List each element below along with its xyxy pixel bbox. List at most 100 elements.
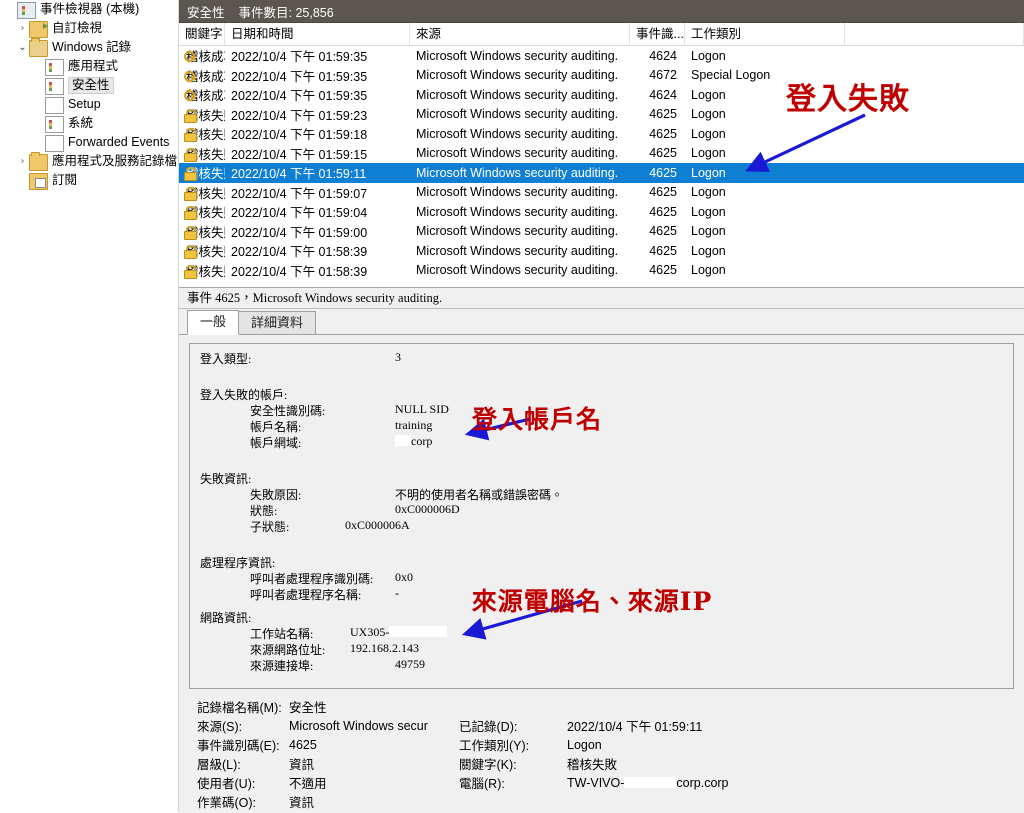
caller-process-id-value: 0x0 xyxy=(395,570,413,584)
event-row[interactable]: 稽核成功 2022/10/4 下午 01:59:35 Microsoft Windo… xyxy=(179,46,1024,66)
event-keyword-cell: 稽核成功 xyxy=(179,85,225,104)
logon-type-label: 登入類型: xyxy=(200,352,252,366)
event-row[interactable]: 稽核失敗 2022/10/4 下午 01:59:04 Microsoft Windo… xyxy=(179,202,1024,222)
source-port-label: 來源連接埠: xyxy=(250,659,314,673)
log-title-bar: 安全性 事件數目: 25,856 xyxy=(179,0,1024,23)
event-source-cell: Microsoft Windows security auditing. xyxy=(416,165,619,180)
tree-item-label: Forwarded Events xyxy=(68,135,170,149)
event-datetime-cell: 2022/10/4 下午 01:59:35 xyxy=(231,50,368,65)
console-tree-pane[interactable]: 事件檢視器 (本機) › 自訂檢視 ⌄ Windows 記錄應用程式 安全性 Setup 系統… xyxy=(0,0,179,812)
metadata-row: 來源(S): Microsoft Windows secur 已記錄(D): 2022… xyxy=(189,716,1024,735)
event-id-cell: 4625 xyxy=(649,146,677,161)
metadata-value: 4625 xyxy=(289,737,317,752)
chevron-down-icon[interactable]: ⌄ xyxy=(16,42,29,53)
tree-item-5[interactable]: Setup xyxy=(0,95,178,114)
tree-item-6[interactable]: 系統 xyxy=(0,114,178,133)
failed-account-section-header: 登入失敗的帳戶: xyxy=(200,388,288,402)
event-id-cell: 4625 xyxy=(649,107,677,122)
event-task-category-cell: Logon xyxy=(691,204,726,219)
process-section-header: 處理程序資訊: xyxy=(200,556,276,570)
event-datetime-cell: 2022/10/4 下午 01:58:39 xyxy=(231,264,368,279)
event-row[interactable]: 稽核失敗 2022/10/4 下午 01:58:39 Microsoft Windo… xyxy=(179,261,1024,281)
column-header-2[interactable]: 來源 xyxy=(410,23,630,45)
column-header-5[interactable] xyxy=(845,23,1024,45)
event-datetime-cell: 2022/10/4 下午 01:59:04 xyxy=(231,206,368,221)
event-datetime-cell: 2022/10/4 下午 01:59:07 xyxy=(231,186,368,201)
event-row[interactable]: 稽核失敗 2022/10/4 下午 01:59:00 Microsoft Windo… xyxy=(179,222,1024,242)
security-id-label: 安全性識別碼: xyxy=(250,404,326,418)
event-id-cell: 4625 xyxy=(649,185,677,200)
event-task-category-cell: Logon xyxy=(691,126,726,141)
event-id-cell: 4625 xyxy=(649,126,677,141)
account-name-label: 帳戶名稱: xyxy=(250,420,302,434)
metadata-row: 使用者(U): 不適用 電腦(R): TW-VIVO-corp.corp xyxy=(189,773,1024,792)
detail-tab-1[interactable]: 詳細資料 xyxy=(238,311,317,334)
caller-process-name-label: 呼叫者處理程序名稱: xyxy=(250,588,362,602)
column-header-1[interactable]: 日期和時間 xyxy=(225,23,410,45)
tree-item-9[interactable]: 訂閱 xyxy=(0,171,178,190)
event-datetime-cell: 2022/10/4 下午 01:59:15 xyxy=(231,147,368,162)
metadata-row: 作業碼(O): 資訊 xyxy=(189,792,1024,811)
event-row[interactable]: 稽核失敗 2022/10/4 下午 01:59:18 Microsoft Windo… xyxy=(179,124,1024,144)
event-datetime-cell: 2022/10/4 下午 01:59:11 xyxy=(231,167,367,182)
system-log-icon xyxy=(45,115,64,133)
chevron-right-icon[interactable]: › xyxy=(16,156,29,167)
column-header-3[interactable]: 事件識... xyxy=(630,23,685,45)
tree-item-4[interactable]: 安全性 xyxy=(0,76,178,95)
event-keyword-cell: 稽核成功 xyxy=(179,66,225,85)
event-source-cell: Microsoft Windows security auditing. xyxy=(416,146,619,161)
metadata-key-secondary: 電腦(R): xyxy=(459,777,505,791)
substatus-label: 子狀態: xyxy=(250,520,290,534)
metadata-row: 記錄檔名稱(M): 安全性 xyxy=(189,697,1024,716)
tree-item-label: 系統 xyxy=(68,116,94,130)
metadata-key: 使用者(U): xyxy=(197,777,256,791)
tree-item-0[interactable]: 事件檢視器 (本機) xyxy=(0,0,178,19)
event-row[interactable]: 稽核失敗 2022/10/4 下午 01:59:11 Microsoft Windo… xyxy=(179,163,1024,183)
account-domain-value: corp xyxy=(395,434,432,449)
logon-account-name-annotation: 登入帳戶名 xyxy=(471,405,603,434)
event-keyword-cell: 稽核失敗 xyxy=(179,261,225,280)
tree-item-8[interactable]: › 應用程式及服務記錄檔 xyxy=(0,152,178,171)
tree-item-1[interactable]: › 自訂檢視 xyxy=(0,19,178,38)
metadata-key: 記錄檔名稱(M): xyxy=(197,701,282,715)
logon-type-value: 3 xyxy=(395,350,401,364)
event-list-header[interactable]: 關鍵字 日期和時間 來源 事件識... 工作類別 xyxy=(179,23,1024,46)
metadata-key: 事件識別碼(E): xyxy=(197,739,280,753)
event-datetime-cell: 2022/10/4 下午 01:59:00 xyxy=(231,225,368,240)
tree-item-label: Windows 記錄 xyxy=(52,40,132,54)
tree-item-7[interactable]: Forwarded Events xyxy=(0,133,178,152)
source-address-value: 192.168.2.143 xyxy=(350,641,419,655)
metadata-value: 資訊 xyxy=(289,758,315,772)
event-id-cell: 4625 xyxy=(649,165,677,180)
event-source-cell: Microsoft Windows security auditing. xyxy=(416,224,619,239)
event-source-cell: Microsoft Windows security auditing. xyxy=(416,107,619,122)
detail-tab-0[interactable]: 一般 xyxy=(187,310,240,335)
event-task-category-cell: Logon xyxy=(691,243,726,258)
metadata-key: 作業碼(O): xyxy=(197,796,257,810)
caller-process-name-value: - xyxy=(395,586,399,600)
event-datetime-cell: 2022/10/4 下午 01:59:35 xyxy=(231,69,368,84)
tree-item-2[interactable]: ⌄ Windows 記錄 xyxy=(0,38,178,57)
source-computer-ip-annotation: 來源電腦名、來源IP xyxy=(471,587,713,616)
forwarded-events-log-icon xyxy=(45,134,64,152)
event-row[interactable]: 稽核失敗 2022/10/4 下午 01:59:07 Microsoft Windo… xyxy=(179,183,1024,203)
tree-item-3[interactable]: 應用程式 xyxy=(0,57,178,76)
failure-reason-label: 失敗原因: xyxy=(250,488,302,502)
security-id-value: NULL SID xyxy=(395,402,449,416)
event-row[interactable]: 稽核失敗 2022/10/4 下午 01:58:39 Microsoft Windo… xyxy=(179,241,1024,261)
metadata-value: 安全性 xyxy=(289,701,327,715)
event-source-cell: Microsoft Windows security auditing. xyxy=(416,204,619,219)
workstation-name-label: 工作站名稱: xyxy=(250,627,314,641)
event-task-category-cell: Logon xyxy=(691,48,726,63)
source-address-label: 來源網路位址: xyxy=(250,643,326,657)
event-row[interactable]: 稽核失敗 2022/10/4 下午 01:59:15 Microsoft Windo… xyxy=(179,144,1024,164)
event-description-box[interactable]: 登入類型: 3 登入失敗的帳戶: 安全性識別碼: NULL SID 帳戶名稱: … xyxy=(189,343,1014,689)
detail-tabs[interactable]: 一般 詳細資料 xyxy=(179,309,1024,335)
event-task-category-cell: Logon xyxy=(691,185,726,200)
event-id-cell: 4672 xyxy=(649,68,677,83)
chevron-right-icon[interactable]: › xyxy=(16,23,29,34)
column-header-0[interactable]: 關鍵字 xyxy=(179,23,225,45)
column-header-4[interactable]: 工作類別 xyxy=(685,23,845,45)
event-id-cell: 4624 xyxy=(649,48,677,63)
event-datetime-cell: 2022/10/4 下午 01:58:39 xyxy=(231,245,368,260)
